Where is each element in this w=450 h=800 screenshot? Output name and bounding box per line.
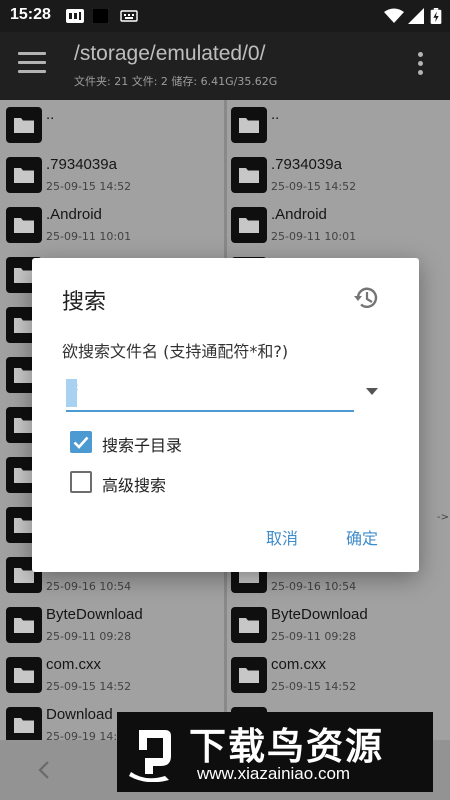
wifi-icon bbox=[384, 8, 404, 23]
cellular-signal-icon bbox=[408, 8, 424, 24]
history-icon[interactable] bbox=[352, 284, 380, 312]
advanced-search-checkbox[interactable] bbox=[70, 471, 92, 493]
filename-input[interactable] bbox=[66, 376, 354, 408]
advanced-search-option[interactable]: 高级搜索 bbox=[70, 470, 270, 495]
search-dialog: 搜索 欲搜索文件名 (支持通配符*和?) 搜索子目录 高级搜索 取消 确定 bbox=[32, 258, 419, 572]
search-subdirs-checkbox[interactable] bbox=[70, 431, 92, 453]
dialog-title: 搜索 bbox=[62, 290, 107, 315]
status-bar: 15:28 bbox=[0, 0, 450, 32]
filename-field bbox=[66, 376, 354, 412]
history-dropdown-icon[interactable] bbox=[366, 388, 378, 395]
keyboard-icon bbox=[120, 10, 138, 22]
cancel-button[interactable]: 取消 bbox=[266, 525, 298, 549]
search-subdirs-label: 搜索子目录 bbox=[102, 436, 183, 455]
battery-charging-icon bbox=[430, 8, 442, 24]
watermark-url: www.xiazainiao.com bbox=[197, 764, 351, 783]
ok-button[interactable]: 确定 bbox=[346, 525, 378, 549]
notification-app-icon bbox=[66, 9, 84, 23]
site-watermark: 下载鸟资源 www.xiazainiao.com bbox=[117, 712, 433, 792]
notification-square-icon bbox=[92, 8, 109, 24]
status-time: 15:28 bbox=[10, 6, 51, 23]
bird-logo-icon bbox=[129, 730, 171, 782]
filename-label: 欲搜索文件名 (支持通配符*和?) bbox=[62, 342, 289, 361]
advanced-search-label: 高级搜索 bbox=[102, 476, 167, 495]
search-subdirs-option[interactable]: 搜索子目录 bbox=[70, 430, 270, 455]
watermark-title: 下载鸟资源 bbox=[189, 725, 384, 768]
